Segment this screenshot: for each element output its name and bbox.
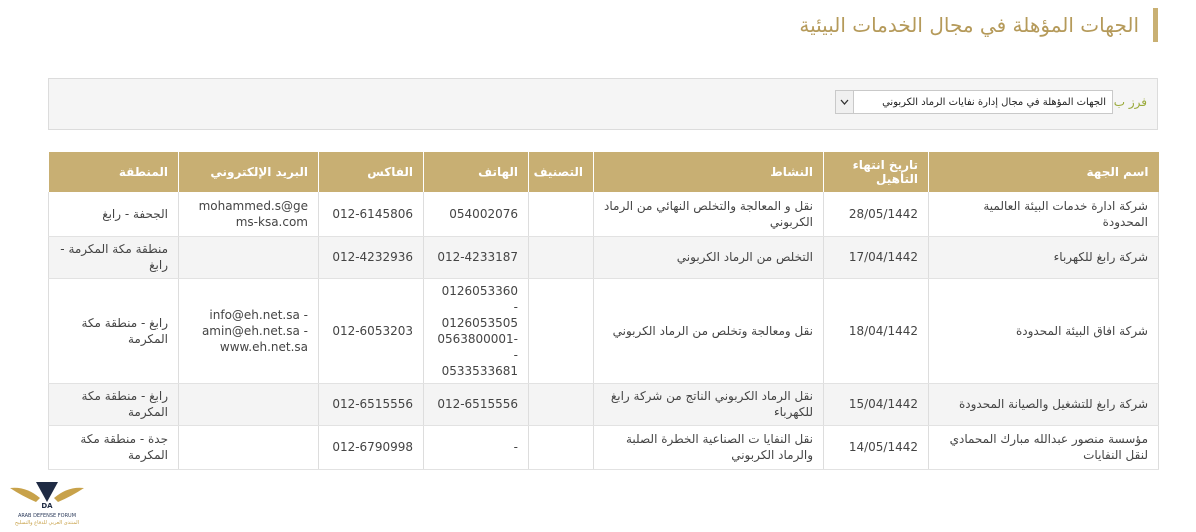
cell-activity: نقل ومعالجة وتخلص من الرماد الكربوني [593,278,824,384]
cell-name: مؤسسة منصور عبدالله مبارك المحمادي لنقل … [928,425,1159,470]
cell-email [178,236,319,279]
cell-expiry: 18/04/1442 [823,278,929,384]
svg-text:ARAB DEFENSE FORUM: ARAB DEFENSE FORUM [18,513,76,519]
col-header-phone[interactable]: الهاتف [423,152,529,192]
cell-activity: نقل النفايا ت الصناعية الخطرة الصلبة وال… [593,425,824,470]
table-row: شركة ادارة خدمات البيئة العالمية المحدود… [48,192,1159,237]
cell-region: رابغ - منطقة مكة المكرمة [48,278,179,384]
filter-label: فرز ب [1113,95,1147,109]
cell-name: شركة ادارة خدمات البيئة العالمية المحدود… [928,192,1159,237]
table-row: شركة رابغ للكهرباء 17/04/1442 التخلص من … [48,236,1159,279]
cell-fax: 012-4232936 [318,236,424,279]
chevron-down-icon[interactable] [836,91,854,113]
cell-activity: نقل و المعالجة والتخلص النهائي من الرماد… [593,192,824,237]
providers-table: اسم الجهة تاريخ انتهاء التأهيل النشاط ال… [48,152,1159,470]
forum-logo: DA ARAB DEFENSE FORUM المنتدى العربي للد… [6,468,88,528]
cell-category [528,425,594,470]
cell-fax: 012-6145806 [318,192,424,237]
cell-category [528,383,594,426]
cell-expiry: 17/04/1442 [823,236,929,279]
col-header-activity[interactable]: النشاط [593,152,824,192]
cell-expiry: 15/04/1442 [823,383,929,426]
col-header-email[interactable]: البريد الإلكتروني [178,152,319,192]
col-header-region[interactable]: المنطقة [48,152,179,192]
cell-fax: 012-6515556 [318,383,424,426]
cell-phone: 0126053360 - 0126053505 0563800001- - 05… [423,278,529,384]
cell-expiry: 14/05/1442 [823,425,929,470]
cell-category [528,236,594,279]
cell-category [528,192,594,237]
cell-name: شركة رابغ للكهرباء [928,236,1159,279]
cell-phone: 012-6515556 [423,383,529,426]
cell-phone: - [423,425,529,470]
cell-fax: 012-6053203 [318,278,424,384]
cell-phone: 054002076 [423,192,529,237]
svg-text:المنتدى العربي للدفاع والتسليح: المنتدى العربي للدفاع والتسليح [15,520,79,526]
sort-select-value: الجهات المؤهلة في مجال إدارة نفايات الرم… [882,96,1106,108]
cell-activity: نقل الرماد الكربوني الناتج من شركة رابغ … [593,383,824,426]
sort-select[interactable]: الجهات المؤهلة في مجال إدارة نفايات الرم… [835,90,1113,114]
col-header-category[interactable]: التصنيف [528,152,594,192]
cell-fax: 012-6790998 [318,425,424,470]
svg-text:DA: DA [41,502,53,510]
table-row: مؤسسة منصور عبدالله مبارك المحمادي لنقل … [48,425,1159,470]
cell-email: mohammed.s@gems-ksa.com [178,192,319,237]
page-title: الجهات المؤهلة في مجال الخدمات البيئية [799,13,1139,37]
col-header-expiry[interactable]: تاريخ انتهاء التأهيل [823,152,929,192]
col-header-name[interactable]: اسم الجهة [928,152,1159,192]
col-header-fax[interactable]: الفاكس [318,152,424,192]
cell-activity: التخلص من الرماد الكربوني [593,236,824,279]
cell-email: info@eh.net.sa - amin@eh.net.sa - www.eh… [178,278,319,384]
cell-region: الجحفة - رابغ [48,192,179,237]
cell-expiry: 28/05/1442 [823,192,929,237]
cell-category [528,278,594,384]
cell-name: شركة رابغ للتشغيل والصيانة المحدودة [928,383,1159,426]
table-header-row: اسم الجهة تاريخ انتهاء التأهيل النشاط ال… [48,152,1159,192]
page-title-bar: الجهات المؤهلة في مجال الخدمات البيئية [799,8,1158,42]
cell-region: رابغ - منطقة مكة المكرمة [48,383,179,426]
cell-email [178,425,319,470]
cell-region: منطقة مكة المكرمة - رابغ [48,236,179,279]
cell-name: شركة افاق البيئة المحدودة [928,278,1159,384]
cell-email [178,383,319,426]
table-row: شركة رابغ للتشغيل والصيانة المحدودة 15/0… [48,383,1159,426]
filter-panel: فرز ب الجهات المؤهلة في مجال إدارة نفايا… [48,78,1158,130]
table-row: شركة افاق البيئة المحدودة 18/04/1442 نقل… [48,278,1159,384]
cell-phone: 012-4233187 [423,236,529,279]
cell-region: جدة - منطقة مكة المكرمة [48,425,179,470]
